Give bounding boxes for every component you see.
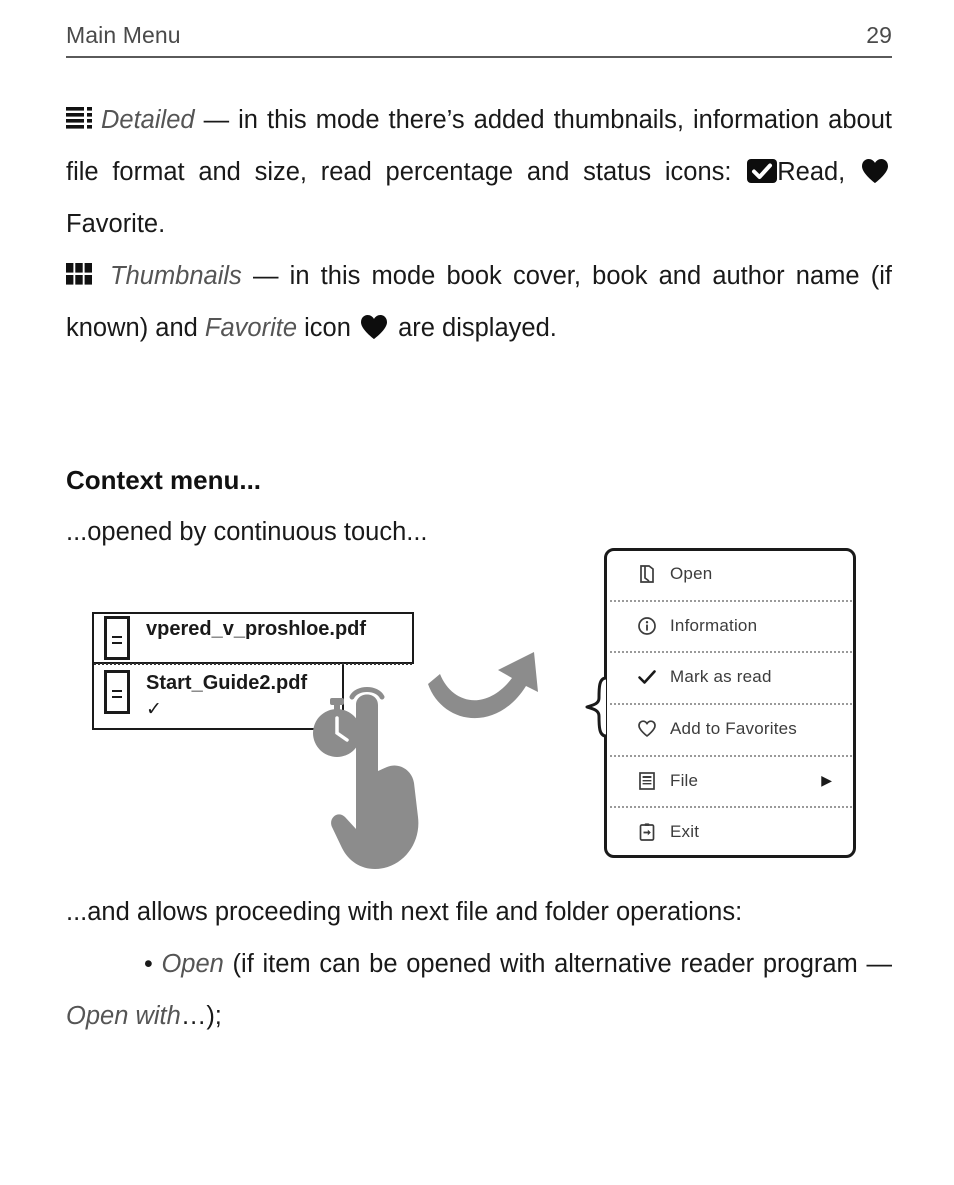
bullet-list: • Open (if item can be opened with alter… bbox=[66, 938, 892, 1042]
information-icon bbox=[636, 615, 658, 637]
context-menu-items: Open Information Mark as read Add to Fav… bbox=[610, 548, 852, 858]
checkmark-icon bbox=[636, 666, 658, 688]
file-list-item[interactable]: Start_Guide2.pdf ✓ bbox=[104, 670, 307, 721]
bullet-marker: • bbox=[144, 950, 153, 978]
dash-detailed: — bbox=[194, 106, 239, 134]
bullet-text-mid: (if item can be opened with alternative … bbox=[223, 950, 892, 978]
dash-thumbnails: — bbox=[241, 262, 290, 290]
bullet-item-open: • Open (if item can be opened with alter… bbox=[66, 938, 892, 1042]
term-thumbnails: Thumbnails bbox=[110, 262, 242, 290]
thumbnails-tail-text: are displayed. bbox=[391, 314, 557, 342]
thumbnails-grid-icon bbox=[66, 251, 92, 285]
context-menu-illustration: vpered_v_proshloe.pdf Start_Guide2.pdf ✓ bbox=[0, 530, 954, 875]
page-header-title: Main Menu bbox=[66, 22, 181, 48]
section-heading-context-menu: Context menu... bbox=[66, 465, 262, 495]
context-menu-label: Information bbox=[670, 615, 758, 635]
bullet-term-open: Open bbox=[161, 950, 224, 978]
context-menu-item-open[interactable]: Open bbox=[634, 548, 850, 600]
detailed-list-icon bbox=[66, 95, 92, 129]
bullet-term-open-with: Open with bbox=[66, 1002, 181, 1030]
paragraph-detailed: Detailed — in this mode there’s added th… bbox=[66, 94, 892, 250]
callout-tail-icon bbox=[585, 676, 607, 743]
context-menu-panel: Open Information Mark as read Add to Fav… bbox=[585, 548, 856, 858]
file-name: vpered_v_proshloe.pdf bbox=[146, 618, 367, 640]
read-checkbox-icon bbox=[747, 150, 778, 183]
context-menu-label: Mark as read bbox=[670, 667, 772, 687]
context-menu-item-mark-as-read[interactable]: Mark as read bbox=[610, 651, 852, 703]
context-menu-label: Add to Favorites bbox=[670, 718, 797, 738]
page-number: 29 bbox=[866, 22, 892, 48]
curved-arrow-icon bbox=[424, 648, 546, 737]
open-book-icon bbox=[636, 563, 658, 585]
file-list-row-divider bbox=[94, 663, 412, 665]
file-pdf-icon bbox=[104, 670, 130, 714]
paragraph-thumbnails: Thumbnails — in this mode book cover, bo… bbox=[66, 250, 892, 354]
context-menu-item-add-to-favorites[interactable]: Add to Favorites bbox=[610, 703, 852, 755]
stopwatch-long-press-icon bbox=[308, 698, 366, 765]
file-name: Start_Guide2.pdf bbox=[146, 672, 308, 694]
thumbnails-mid-text: icon bbox=[297, 314, 358, 342]
document-content: Detailed — in this mode there’s added th… bbox=[66, 94, 892, 558]
context-menu-label: Open bbox=[670, 563, 713, 583]
context-menu-label: File bbox=[670, 770, 699, 790]
file-document-icon bbox=[636, 770, 658, 792]
term-detailed: Detailed bbox=[101, 106, 195, 134]
term-favorite: Favorite bbox=[204, 314, 298, 342]
submenu-arrow-icon: ▶ bbox=[821, 772, 832, 789]
context-menu-item-information[interactable]: Information bbox=[610, 599, 852, 652]
favorite-heart-icon bbox=[861, 150, 889, 183]
read-label: Read, bbox=[777, 158, 859, 186]
context-menu-item-exit[interactable]: Exit bbox=[610, 806, 852, 858]
favorite-heart-icon bbox=[360, 306, 388, 339]
document-content-lower: ...and allows proceeding with next file … bbox=[66, 886, 892, 1042]
exit-icon bbox=[636, 821, 658, 843]
file-pdf-icon bbox=[104, 616, 130, 660]
file-read-check: ✓ bbox=[146, 699, 162, 720]
page-running-header: Main Menu 29 bbox=[66, 22, 892, 58]
heart-outline-icon bbox=[636, 718, 658, 740]
file-list-item[interactable]: vpered_v_proshloe.pdf bbox=[104, 616, 366, 660]
bullet-text-after: …); bbox=[180, 1002, 222, 1030]
context-menu-item-file[interactable]: File ▶ bbox=[610, 754, 852, 807]
context-menu-label: Exit bbox=[670, 822, 700, 842]
favorite-label: Favorite. bbox=[66, 210, 166, 238]
paragraph-operations-intro: ...and allows proceeding with next file … bbox=[66, 898, 743, 926]
